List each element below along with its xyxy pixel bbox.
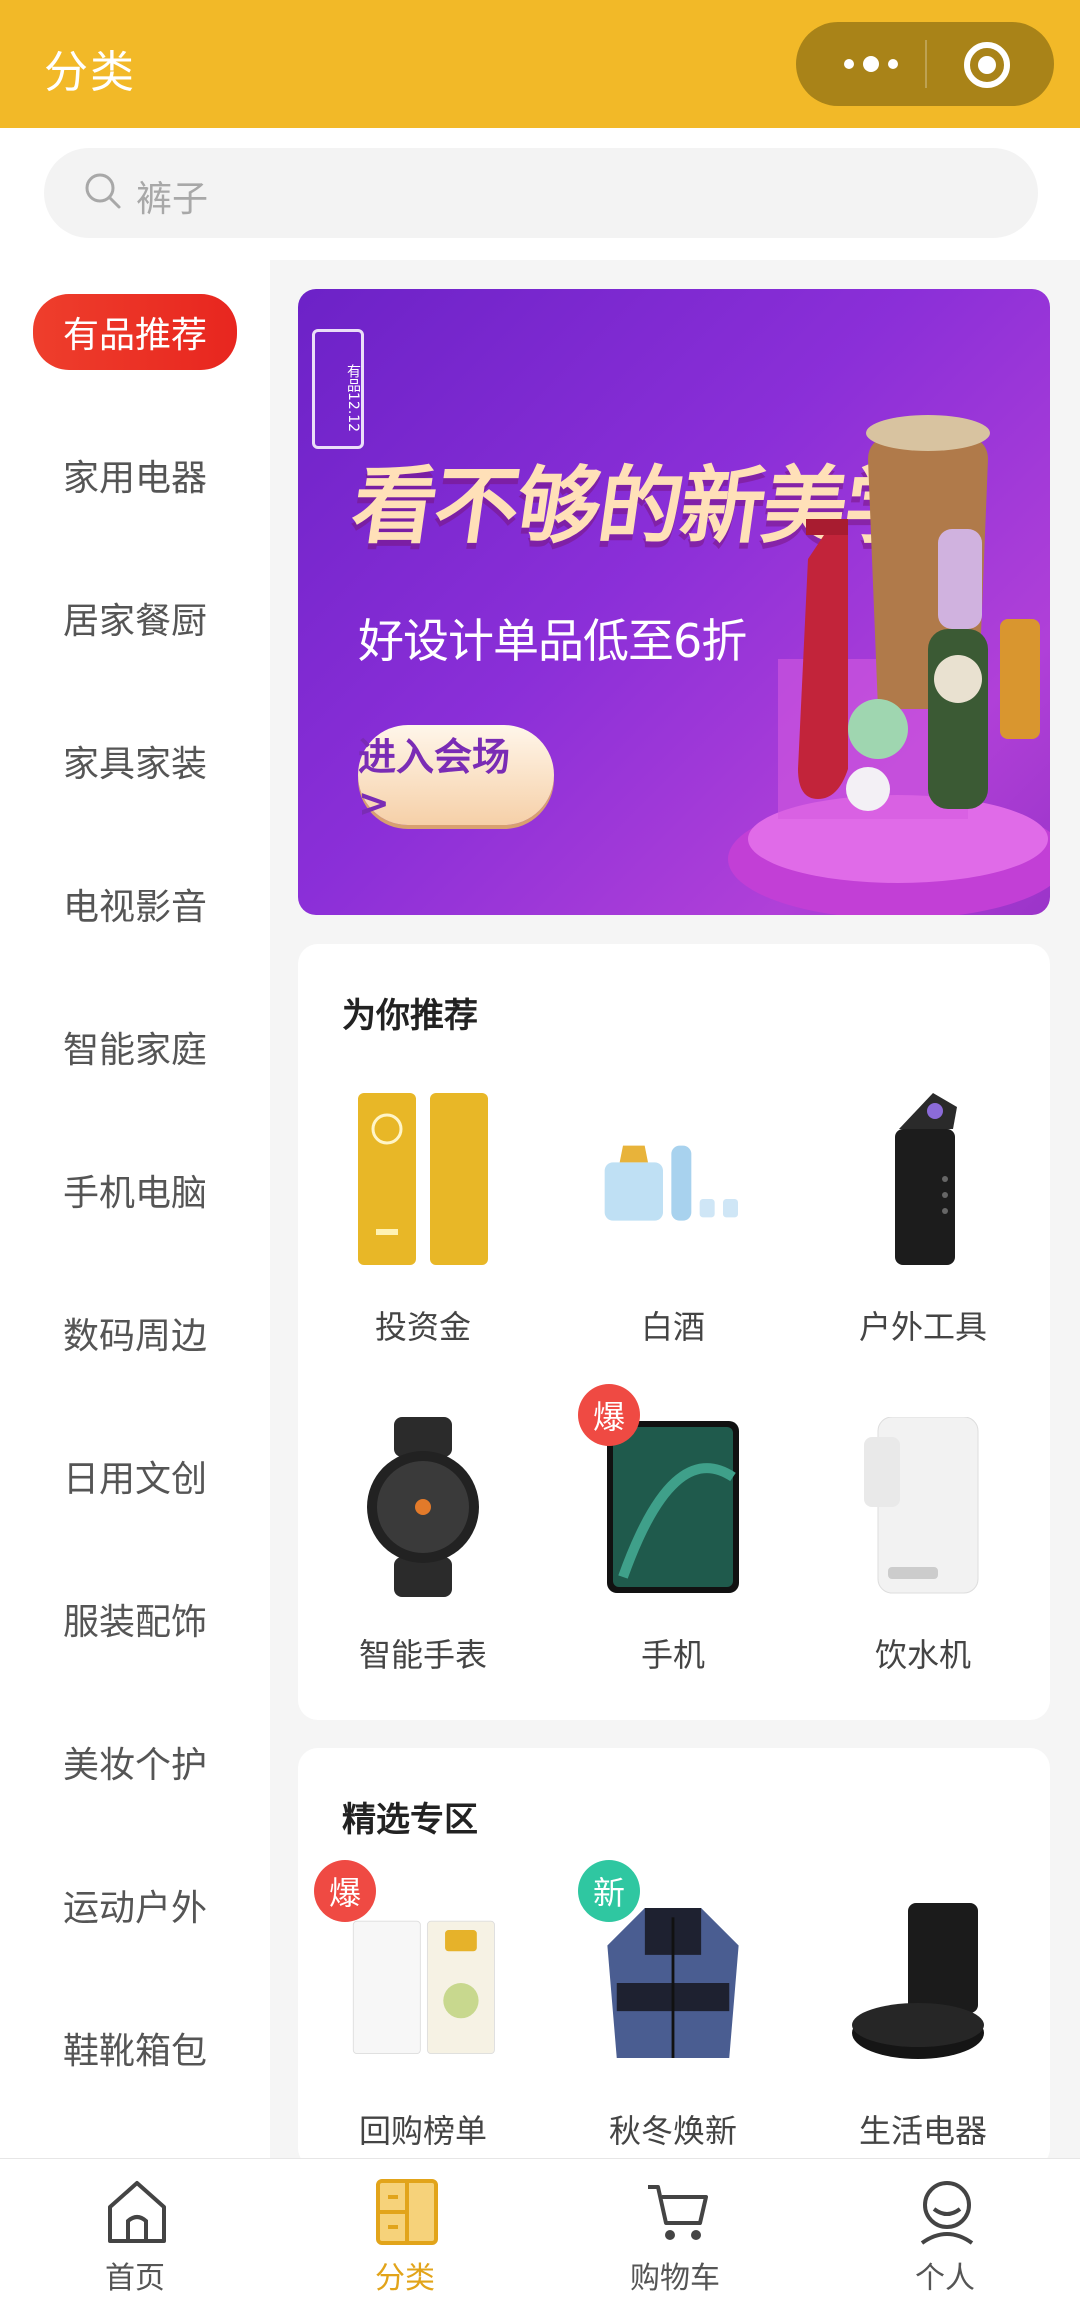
sidebar-item-sports[interactable]: 运动户外 [0, 1865, 270, 1945]
category-item-label: 秋冬焕新 [608, 2112, 737, 2150]
phone-icon [607, 1421, 739, 1593]
search-placeholder: 裤子 [136, 179, 209, 220]
tab-label: 分类 [375, 2261, 435, 2296]
liquor-set-icon [604, 1145, 738, 1221]
category-item-label: 投资金 [374, 1308, 471, 1346]
smartwatch-icon [367, 1417, 479, 1597]
category-item-label: 白酒 [640, 1308, 705, 1346]
sidebar-item-phones-computers[interactable]: 手机电脑 [0, 1150, 270, 1230]
event-badge: 有品12.12 [312, 329, 364, 449]
category-item[interactable]: 生活电器 [798, 1888, 1048, 2168]
milk-icon [352, 1920, 495, 2055]
sidebar-item-beauty[interactable]: 美妆个护 [0, 1722, 270, 1802]
tab-label: 个人 [915, 2261, 975, 2296]
category-item[interactable]: 智能手表 [298, 1412, 548, 1692]
category-item[interactable]: 白酒 [548, 1084, 798, 1364]
water-dispenser-icon [864, 1417, 979, 1594]
sidebar-item-kitchen[interactable]: 居家餐厨 [0, 578, 270, 658]
tab-cart[interactable]: 购物车 [540, 2159, 810, 2303]
category-item[interactable]: 回购榜单 爆 [298, 1860, 548, 2168]
banner-subtitle: 好设计单品低至6折 [358, 614, 747, 668]
more-menu-icon[interactable] [826, 22, 916, 106]
sidebar-item-home-appliances[interactable]: 家用电器 [0, 435, 270, 515]
category-item-label: 手机 [640, 1636, 705, 1674]
tab-home[interactable]: 首页 [0, 2159, 270, 2303]
robot-vacuum-icon [852, 1903, 984, 2059]
category-item-label: 回购榜单 [358, 2112, 487, 2150]
new-badge: 新 [578, 1860, 640, 1922]
search-area: 裤子 [0, 128, 1080, 260]
promo-banner[interactable]: 有品12.12 看不够的新美学 好设计单品低至6折 进入会场 > [298, 289, 1050, 915]
category-sidebar: 有品推荐 家用电器 居家餐厨 家具家装 电视影音 智能家庭 手机电脑 数码周边 … [0, 260, 270, 2158]
capsule-divider [925, 40, 927, 88]
category-item[interactable]: 户外工具 [798, 1084, 1048, 1364]
sidebar-item-tv-audio[interactable]: 电视影音 [0, 864, 270, 944]
gold-bar-icon [358, 1093, 488, 1265]
category-item-label: 饮水机 [874, 1636, 971, 1674]
enter-venue-button[interactable]: 进入会场 > [358, 725, 554, 825]
sidebar-item-recommend[interactable]: 有品推荐 [0, 292, 270, 372]
hot-badge: 爆 [314, 1860, 376, 1922]
search-icon [85, 173, 121, 209]
category-item-label: 户外工具 [858, 1308, 987, 1346]
hot-badge: 爆 [578, 1384, 640, 1446]
top-bar: 分类 [0, 0, 1080, 128]
category-item[interactable]: 秋冬焕新 新 [548, 1860, 798, 2168]
home-icon [108, 2181, 166, 2243]
section-title: 精选专区 [342, 1800, 478, 1840]
sidebar-item-furniture[interactable]: 家具家装 [0, 721, 270, 801]
sidebar-item-shoes-bags[interactable]: 鞋靴箱包 [0, 2008, 270, 2088]
category-icon [376, 2179, 438, 2245]
tab-label: 首页 [105, 2261, 165, 2296]
recommend-section: 为你推荐 投资金 白酒 户外工具 智能手表 手机 爆 饮水机 [298, 944, 1050, 1720]
lighter-icon [895, 1093, 957, 1265]
tab-category[interactable]: 分类 [270, 2159, 540, 2303]
featured-section: 精选专区 回购榜单 爆 秋冬焕新 新 生活电器 [298, 1748, 1050, 2168]
page-title: 分类 [44, 47, 136, 98]
section-title: 为你推荐 [342, 996, 478, 1036]
tab-profile[interactable]: 个人 [810, 2159, 1080, 2303]
banner-product-illustration [728, 415, 1050, 915]
category-item-label: 生活电器 [858, 2112, 987, 2150]
jacket-icon [607, 1908, 739, 2058]
search-input[interactable]: 裤子 [44, 148, 1038, 238]
category-item-label: 智能手表 [358, 1636, 487, 1674]
bottom-tab-bar: 首页 分类 购物车 个人 [0, 2158, 1080, 2303]
sidebar-item-daily-goods[interactable]: 日用文创 [0, 1436, 270, 1516]
category-item[interactable]: 投资金 [298, 1084, 548, 1364]
tab-label: 购物车 [630, 2261, 720, 2296]
category-item[interactable]: 手机 爆 [548, 1384, 798, 1692]
category-item[interactable]: 饮水机 [798, 1412, 1048, 1692]
sidebar-item-digital[interactable]: 数码周边 [0, 1293, 270, 1373]
cart-icon [648, 2185, 708, 2240]
mini-program-capsule [796, 22, 1054, 106]
sidebar-item-smart-home[interactable]: 智能家庭 [0, 1007, 270, 1087]
close-target-icon[interactable] [964, 42, 1010, 88]
sidebar-item-apparel[interactable]: 服装配饰 [0, 1579, 270, 1659]
user-icon [920, 2181, 974, 2245]
